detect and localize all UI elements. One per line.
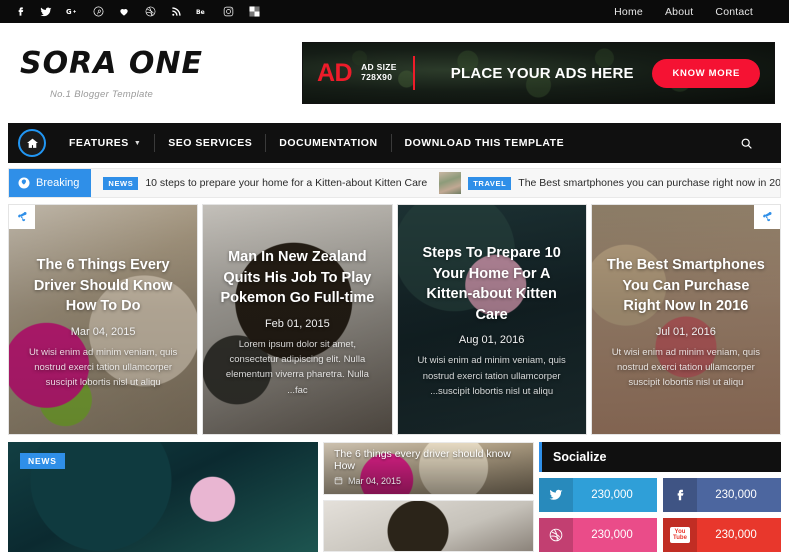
recent-posts-column: The 6 things every driver should know Ho… (323, 442, 534, 552)
nav-menu-list: FEATURES ▼ SEO SERVICES DOCUMENTATION DO… (56, 123, 577, 163)
behance-icon[interactable]: Be (196, 6, 208, 18)
featured-excerpt-2: Lorem ipsum dolor sit amet, consectetur … (225, 338, 369, 396)
pinterest-icon[interactable] (92, 6, 104, 18)
top-nav-contact[interactable]: Contact (715, 6, 753, 18)
socialize-counter-grid: 230,000 230,000 230,000 You Tube 230,000 (539, 478, 781, 552)
main-navigation: FEATURES ▼ SEO SERVICES DOCUMENTATION DO… (8, 123, 781, 163)
featured-title-2: Man In New Zealand Quits His Job To Play… (220, 249, 375, 307)
breaking-badge: Breaking (9, 169, 92, 197)
ad-size-line2: 728X90 (361, 72, 393, 82)
ad-know-more-button[interactable]: KNOW MORE (652, 58, 760, 88)
ad-label: AD (317, 58, 353, 87)
breaking-badge-label: Breaking (36, 177, 80, 189)
breaking-tag-news: NEWS (103, 176, 139, 190)
ad-headline: PLACE YOUR ADS HERE (450, 64, 634, 82)
recent-post-2[interactable] (323, 499, 534, 552)
featured-card-2[interactable]: Man In New Zealand Quits His Job To Play… (202, 204, 393, 435)
ad-divider (412, 56, 415, 90)
brand-block[interactable]: SORA ONE No.1 Blogger Template (14, 46, 296, 100)
socialize-widget-header: Socialize (539, 442, 781, 472)
featured-card-1[interactable]: The 6 Things Every Driver Should Know Ho… (8, 204, 199, 435)
nav-item-features-label: FEATURES (69, 137, 129, 149)
dribbble-icon (539, 518, 573, 552)
twitter-icon[interactable] (40, 6, 52, 18)
megaphone-icon (18, 177, 30, 189)
breaking-item-2[interactable]: TRAVEL The Best smartphones you can purc… (427, 172, 781, 194)
ad-size-label: AD SIZE 728X90 (361, 62, 397, 83)
featured-title-1: The 6 Things Every Driver Should Know Ho… (33, 257, 173, 315)
breaking-item-1[interactable]: NEWS 10 steps to prepare your home for a… (91, 176, 428, 190)
social-counter-facebook[interactable]: 230,000 (663, 478, 781, 512)
featured-excerpt-1: Ut wisi enim ad minim veniam, quis nostr… (28, 346, 178, 389)
sidebar: Socialize 230,000 230,000 230,000 You Tu… (539, 442, 781, 552)
site-tagline: No.1 Blogger Template (50, 89, 154, 100)
dribbble-follower-count: 230,000 (591, 529, 633, 541)
share-icon[interactable] (9, 205, 35, 229)
breaking-title-1: 10 steps to prepare your home for a Kitt… (145, 177, 428, 189)
featured-card-3[interactable]: Steps To Prepare 10 Your Home For A Kitt… (396, 204, 587, 435)
nav-item-features[interactable]: FEATURES ▼ (56, 134, 156, 152)
social-counter-youtube[interactable]: You Tube 230,000 (663, 518, 781, 552)
site-header: SORA ONE No.1 Blogger Template AD AD SIZ… (0, 23, 789, 123)
dribbble-icon[interactable] (144, 6, 156, 18)
facebook-icon[interactable] (14, 6, 26, 18)
top-nav-links: Home About Contact (614, 6, 775, 18)
ad-banner[interactable]: AD AD SIZE 728X90 PLACE YOUR ADS HERE KN… (302, 42, 775, 104)
nav-item-documentation[interactable]: DOCUMENTATION (266, 134, 392, 152)
instagram-icon[interactable] (222, 6, 234, 18)
search-icon[interactable] (740, 137, 753, 150)
facebook-icon (663, 478, 697, 512)
featured-date-1: Mar 04, 2015 (70, 325, 136, 338)
recent-post-1[interactable]: The 6 things every driver should know Ho… (323, 442, 534, 495)
recent-post-1-title: The 6 things every driver should know Ho… (334, 447, 511, 472)
featured-posts-grid: The 6 Things Every Driver Should Know Ho… (8, 204, 781, 435)
recent-post-1-date: Mar 04, 2015 (348, 475, 402, 486)
nav-item-download-template[interactable]: DOWNLOAD THIS TEMPLATE (392, 134, 578, 152)
hero-news-badge: NEWS (20, 453, 65, 469)
facebook-follower-count: 230,000 (715, 489, 757, 501)
home-icon[interactable] (18, 129, 46, 157)
youtube-follower-count: 230,000 (715, 529, 757, 541)
page-root: G Be Home About Contact SORA ONE No.1 Bl… (0, 0, 789, 553)
social-icon-list: G Be (14, 6, 260, 18)
breaking-news-bar: Breaking NEWS 10 steps to prepare your h… (8, 168, 781, 198)
rss-icon[interactable] (170, 6, 182, 18)
featured-card-4[interactable]: The Best Smartphones You Can Purchase Ri… (590, 204, 781, 435)
breaking-tag-travel: TRAVEL (468, 176, 512, 190)
chevron-down-icon: ▼ (133, 139, 142, 147)
share-icon[interactable] (754, 205, 780, 229)
socialize-widget-title: Socialize (553, 450, 607, 464)
social-counter-dribbble[interactable]: 230,000 (539, 518, 657, 552)
top-nav-about[interactable]: About (665, 6, 693, 18)
featured-date-2: Feb 01, 2015 (264, 317, 330, 330)
nav-item-seo-services[interactable]: SEO SERVICES (155, 134, 267, 152)
recent-post-2-image (324, 500, 533, 551)
twitter-icon (539, 478, 573, 512)
site-logo-text: SORA ONE (20, 46, 203, 81)
featured-excerpt-3: Ut wisi enim ad minim veniam, quis nostr… (417, 355, 566, 398)
twitter-follower-count: 230,000 (591, 489, 633, 501)
recent-post-1-meta: Mar 04, 2015 (334, 476, 523, 486)
flickr-icon[interactable] (248, 6, 260, 18)
calendar-icon (334, 477, 343, 485)
breaking-title-2: The Best smartphones you can purchase ri… (518, 177, 781, 189)
ad-size-line1: AD SIZE (361, 62, 397, 73)
featured-excerpt-4: Ut wisi enim ad minim veniam, quis nostr… (611, 346, 761, 389)
content-bottom-row: NEWS The 6 things every driver should kn… (8, 442, 781, 552)
bloglovin-heart-icon[interactable] (118, 6, 130, 18)
top-social-bar: G Be Home About Contact (0, 0, 789, 23)
featured-date-3: Aug 01, 2016 (458, 334, 525, 347)
featured-date-4: Jul 01, 2016 (655, 325, 716, 338)
svg-text:G: G (66, 8, 72, 16)
svg-text:Be: Be (196, 9, 205, 16)
featured-title-3: Steps To Prepare 10 Your Home For A Kitt… (422, 245, 561, 323)
hero-post-card[interactable]: NEWS (8, 442, 318, 552)
youtube-icon: You Tube (663, 518, 697, 552)
breaking-thumbnail (439, 172, 462, 194)
social-counter-twitter[interactable]: 230,000 (539, 478, 657, 512)
google-plus-icon[interactable]: G (66, 6, 78, 18)
featured-title-4: The Best Smartphones You Can Purchase Ri… (606, 257, 765, 315)
top-nav-home[interactable]: Home (614, 6, 643, 18)
